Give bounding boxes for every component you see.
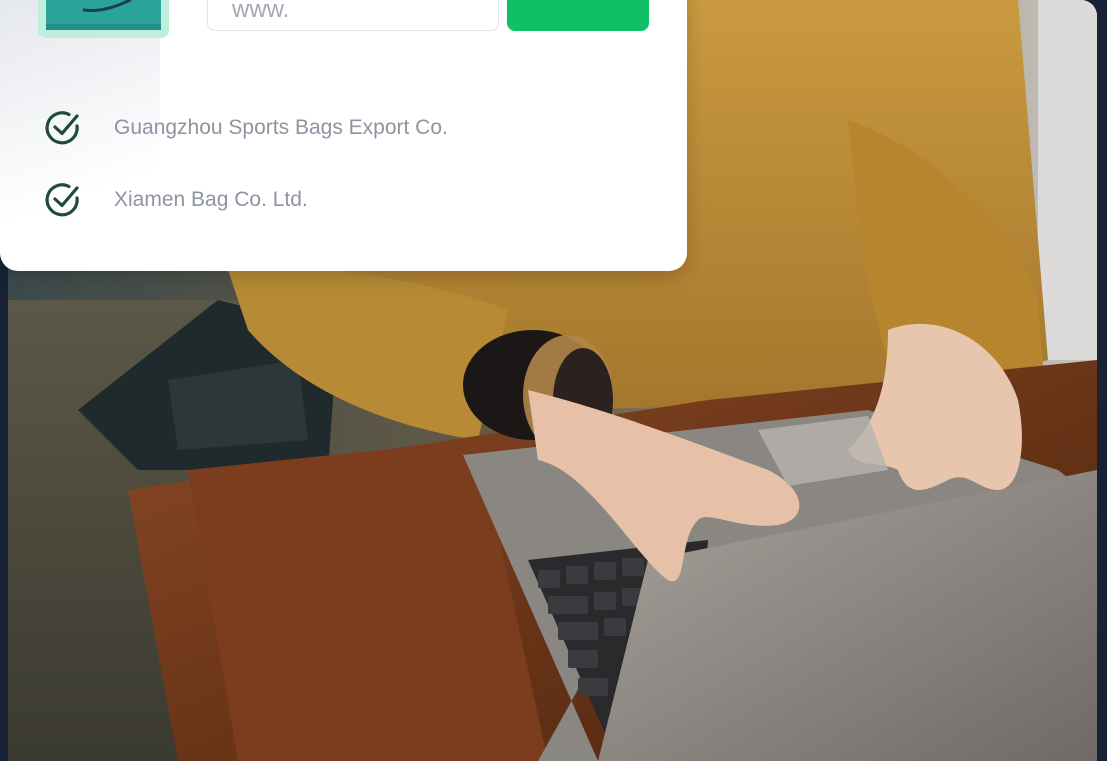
page: Guangzhou Sports Bags Export Co. Xiamen … [0, 0, 1107, 761]
supplier-name: Guangzhou Sports Bags Export Co. [114, 116, 448, 139]
sports-bag-thumbnail-icon [38, 0, 169, 38]
product-thumbnail [38, 0, 169, 38]
supplier-list: Guangzhou Sports Bags Export Co. Xiamen … [44, 110, 448, 254]
search-submit-button[interactable] [507, 0, 649, 31]
supplier-list-item: Guangzhou Sports Bags Export Co. [44, 110, 448, 146]
supplier-list-item: Xiamen Bag Co. Ltd. [44, 182, 448, 218]
check-circle-icon [45, 183, 79, 217]
check-circle-icon [45, 111, 79, 145]
supplier-search-card: Guangzhou Sports Bags Export Co. Xiamen … [0, 0, 687, 271]
website-url-input[interactable] [207, 0, 499, 31]
supplier-name: Xiamen Bag Co. Ltd. [114, 188, 308, 211]
